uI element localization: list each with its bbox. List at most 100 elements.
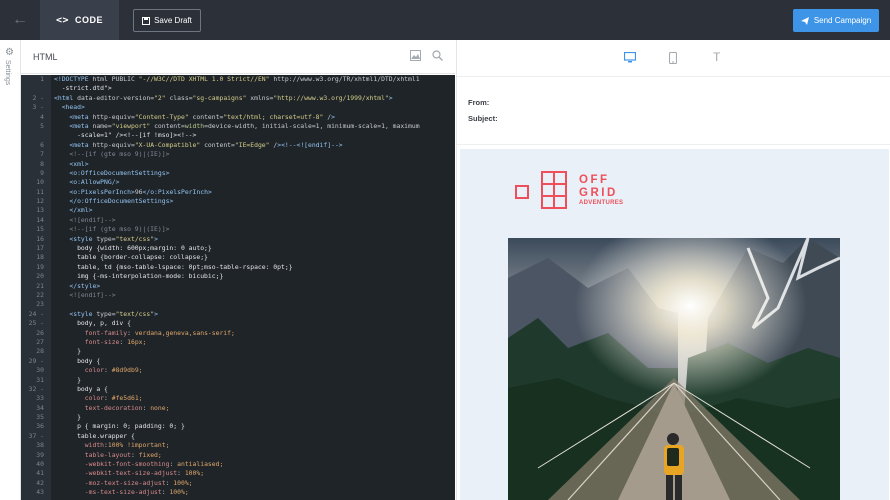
code-line: 24 - <style type="text/css"> — [21, 310, 455, 319]
settings-rail[interactable]: ⚙ Settings — [0, 40, 21, 500]
code-text: color: #fe5d61; — [84, 394, 143, 403]
device-switcher: T — [457, 40, 890, 77]
image-icon[interactable] — [410, 50, 421, 64]
code-line: 16 <style type="text/css"> — [21, 235, 455, 244]
code-text: body, p, div { — [54, 319, 131, 328]
code-line: 11 <o:PixelsPerInch>96</o:PixelsPerInch> — [21, 188, 455, 197]
send-campaign-button[interactable]: Send Campaign — [793, 9, 879, 32]
line-number: 23 — [36, 300, 44, 309]
logo-square — [553, 195, 567, 209]
text-view-icon[interactable]: T — [713, 50, 720, 64]
code-text: color: #8d9db9; — [84, 366, 143, 375]
code-tab-label: CODE — [75, 15, 104, 25]
code-text: body { — [54, 356, 101, 365]
logo-wordmark: OFF GRID — [579, 174, 618, 199]
line-number: 20 — [36, 272, 44, 281]
code-line: 32 - body a { — [21, 385, 455, 394]
code-text: </o:OfficeDocumentSettings> — [69, 197, 174, 206]
floppy-disk-icon — [142, 16, 151, 25]
arrow-left-icon: ← — [12, 11, 28, 28]
line-number: 25 - — [28, 319, 44, 328]
line-number: 36 — [36, 422, 44, 431]
code-line: 40 -webkit-font-smoothing: antialiased; — [21, 460, 455, 469]
line-number: 39 — [36, 450, 44, 459]
line-number: 43 — [36, 488, 44, 497]
line-number: 18 — [36, 253, 44, 262]
mobile-icon[interactable] — [668, 51, 678, 67]
code-line: 13 </xml> — [21, 206, 455, 215]
logo-line-2: GRID — [579, 187, 618, 199]
paper-plane-icon — [800, 16, 809, 25]
subject-label: Subject: — [468, 114, 498, 123]
code-text: -ms-text-size-adjust: 100%; — [84, 488, 189, 497]
code-line: 37 - table.wrapper { — [21, 432, 455, 441]
line-number: 33 — [36, 394, 44, 403]
code-text: <o:AllowPNG/> — [69, 178, 120, 187]
logo-tagline: ADVENTURES — [579, 200, 624, 206]
line-number: 35 — [36, 413, 44, 422]
code-text: <o:OfficeDocumentSettings> — [69, 168, 170, 177]
line-number: 41 — [36, 469, 44, 478]
code-line: 35 } — [21, 413, 455, 422]
line-number: 26 — [36, 328, 44, 337]
code-line: 21 </style> — [21, 282, 455, 291]
code-line: 27 font-size: 16px; — [21, 338, 455, 347]
code-text: table.wrapper { — [54, 431, 135, 440]
line-number: 19 — [36, 262, 44, 271]
code-tab[interactable]: <> CODE — [40, 0, 119, 40]
logo-square-small — [515, 185, 529, 199]
email-preview-panel: T From: Subject: OFF GRID ADVENTURES — [456, 40, 890, 500]
line-number: 3 - — [32, 103, 44, 112]
code-text: <!--[if (gte mso 9)|(IE)]> — [54, 150, 170, 159]
code-line: 5 <meta name="viewport" content=width=de… — [21, 122, 455, 131]
code-text: <head> — [61, 103, 85, 112]
code-line: 31 } — [21, 376, 455, 385]
code-text: <html data-editor-version="2" class="sg-… — [54, 93, 393, 102]
code-line: 22 <![endif]--> — [21, 291, 455, 300]
code-text: <xml> — [69, 159, 89, 168]
code-line: 41 -webkit-text-size-adjust: 100%; — [21, 469, 455, 478]
code-text: <![endif]--> — [54, 215, 116, 224]
search-icon[interactable] — [432, 50, 443, 64]
code-text: table, td {mso-table-lspace: 0pt;mso-tab… — [54, 262, 293, 271]
code-text: <!DOCTYPE html PUBLIC "-//W3C//DTD XHTML… — [54, 75, 420, 83]
code-text: -webkit-text-size-adjust: 100%; — [84, 469, 205, 478]
back-button[interactable]: ← — [0, 0, 40, 40]
line-number: 40 — [36, 460, 44, 469]
code-line: 7 <!--[if (gte mso 9)|(IE)]> — [21, 150, 455, 159]
from-label: From: — [468, 98, 490, 107]
code-text: -strict.dtd"> — [54, 84, 112, 93]
code-line: 25 - body, p, div { — [21, 319, 455, 328]
save-draft-button[interactable]: Save Draft — [133, 9, 201, 32]
code-text: body a { — [54, 384, 108, 393]
line-number: 7 — [40, 150, 44, 159]
code-text: <![endif]--> — [54, 290, 116, 299]
code-line: 6 <meta http-equiv="X-UA-Compatible" con… — [21, 141, 455, 150]
line-number: 42 — [36, 478, 44, 487]
line-number: 32 - — [28, 384, 44, 393]
code-line: 9 <o:OfficeDocumentSettings> — [21, 169, 455, 178]
code-line: 23 — [21, 300, 455, 309]
line-number: 14 — [36, 215, 44, 224]
logo-line-1: OFF — [579, 174, 610, 186]
code-editor[interactable]: 1 <!DOCTYPE html PUBLIC "-//W3C//DTD XHTM… — [21, 75, 455, 500]
code-line: 43 -ms-text-size-adjust: 100%; — [21, 488, 455, 497]
line-number: 30 — [36, 366, 44, 375]
code-line: 8 <xml> — [21, 160, 455, 169]
code-line: 42 -moz-text-size-adjust: 100%; — [21, 479, 455, 488]
line-number: 22 — [36, 290, 44, 299]
desktop-icon[interactable] — [623, 51, 637, 66]
code-line: 36 p { margin: 0; padding: 0; } — [21, 422, 455, 431]
code-text: table-layout: fixed; — [84, 450, 162, 459]
divider — [457, 144, 890, 145]
line-number: 6 — [40, 140, 44, 149]
code-line: 29 - body { — [21, 357, 455, 366]
code-text: img {-ms-interpolation-mode: bicubic;} — [54, 272, 224, 281]
code-line: 3 - <head> — [21, 103, 455, 112]
code-line: 4 <meta http-equiv="Content-Type" conten… — [21, 113, 455, 122]
code-line: 19 table, td {mso-table-lspace: 0pt;mso-… — [21, 263, 455, 272]
line-number: 37 - — [28, 431, 44, 440]
line-number: 8 — [40, 159, 44, 168]
code-text: <meta name="viewport" content=width=devi… — [69, 121, 420, 130]
top-toolbar: ← <> CODE Save Draft Send Campaign — [0, 0, 890, 40]
